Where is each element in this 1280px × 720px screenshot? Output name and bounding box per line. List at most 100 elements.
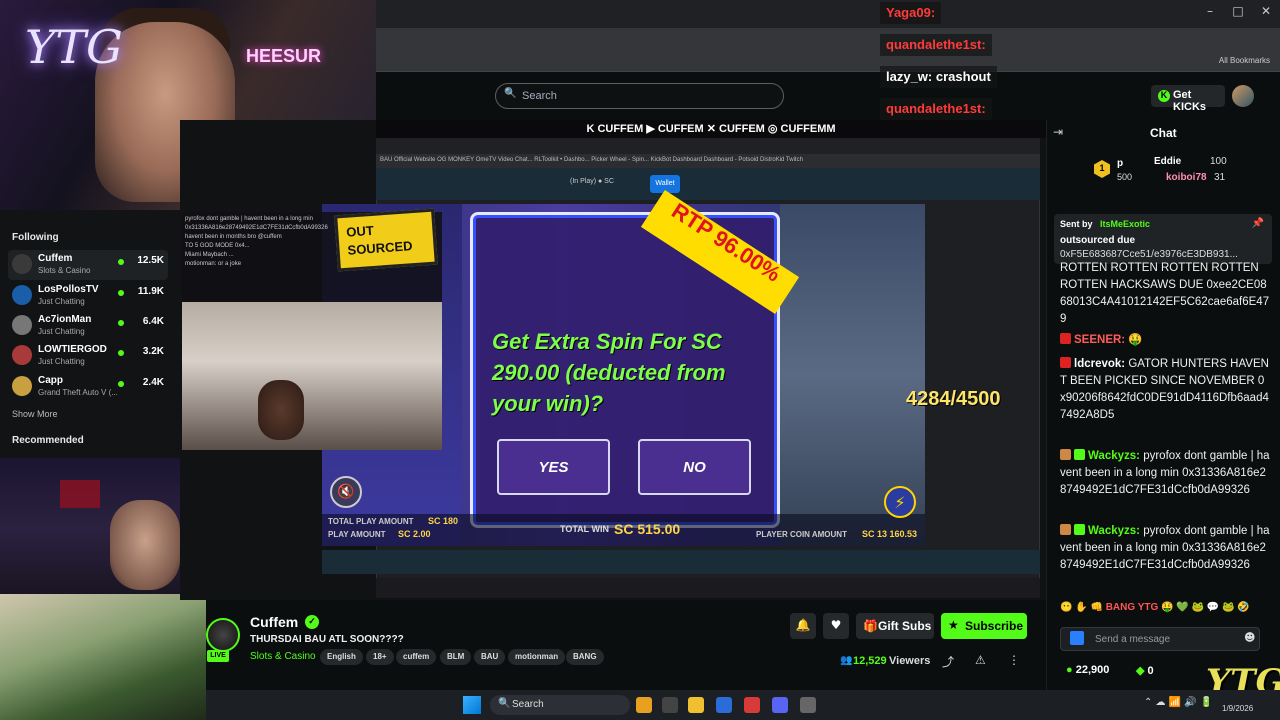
total-win-label: TOTAL WIN xyxy=(560,524,609,534)
sidebar-item-lowtiergod[interactable]: LOWTIERGOD Just Chatting 3.2K xyxy=(8,341,168,371)
taskbar-search[interactable]: Search xyxy=(490,695,630,715)
plant-webcam xyxy=(0,594,206,720)
channel-category: Just Chatting xyxy=(38,327,85,336)
avatar xyxy=(12,285,32,305)
channel-points[interactable]: ● 22,900 xyxy=(1066,664,1109,676)
total-play-value: SC 180 xyxy=(428,516,459,526)
captured-tabbar xyxy=(376,138,1040,154)
close-icon[interactable]: ✕ xyxy=(1252,4,1280,22)
webcam-figure-face xyxy=(110,500,180,590)
channel-name: Capp xyxy=(38,375,63,386)
folder-icon[interactable] xyxy=(688,697,704,713)
avatar[interactable] xyxy=(206,618,240,652)
overlay-user: lazy_w: xyxy=(886,69,933,84)
share-icon[interactable]: ⤴ xyxy=(942,653,954,670)
search-icon: 🔍 xyxy=(504,88,517,99)
emoji-icon[interactable]: ☻ xyxy=(1244,631,1255,644)
system-tray[interactable]: ⌃ ☁ 📶 🔊 🔋 xyxy=(1144,697,1212,708)
show-more-link[interactable]: Show More xyxy=(12,409,58,419)
captured-taskbar xyxy=(376,578,1040,598)
channel-name: Cuffem xyxy=(38,253,73,264)
pinned-addr: 0xF5E683687Cce51/e3976cE3DB931... xyxy=(1060,249,1238,260)
chat-text: ROTTEN ROTTEN ROTTEN ROTTEN ROTTEN HACKS… xyxy=(1060,262,1270,325)
avatar xyxy=(12,376,32,396)
heart-icon[interactable]: ♥ xyxy=(823,613,849,639)
viewer-count: 12,529 xyxy=(853,655,887,667)
tag[interactable]: BLM xyxy=(440,649,472,665)
pinned-message[interactable]: Sent by ItsMeExotic 📌 outsourced due 0xF… xyxy=(1054,214,1272,264)
tag[interactable]: cuffem xyxy=(396,649,437,665)
minimize-icon[interactable]: – xyxy=(1196,4,1224,22)
address-bar[interactable] xyxy=(376,28,1280,52)
in-play-label: (In Play) ● SC xyxy=(570,178,614,185)
viewer-count: 6.4K xyxy=(142,316,164,327)
tag[interactable]: English xyxy=(320,649,363,665)
leader-name: p xyxy=(1117,158,1124,169)
pinned-by-user: ItsMeExotic xyxy=(1100,219,1151,229)
sidebar-item-cuffem[interactable]: Cuffem Slots & Casino 12.5K xyxy=(8,250,168,280)
category-link[interactable]: Slots & Casino xyxy=(250,651,316,662)
all-bookmarks-link[interactable]: All Bookmarks xyxy=(1219,56,1270,65)
player-coin-value: SC 13 160.53 xyxy=(862,529,918,539)
channel-category: Grand Theft Auto V (... xyxy=(38,388,118,397)
collapse-chat-icon[interactable]: ⇥ xyxy=(1053,125,1063,139)
badge-icon xyxy=(1060,357,1071,368)
app-icon[interactable] xyxy=(662,697,678,713)
overlay-webcam xyxy=(182,302,442,450)
tag[interactable]: 18+ xyxy=(366,649,394,665)
tag[interactable]: BAU xyxy=(474,649,506,665)
captured-bookmarks: BAU Official Website OG MONKEY OmeTV Vid… xyxy=(376,154,1040,168)
bookmarks-bar: All Bookmarks xyxy=(376,52,1280,72)
chat-username[interactable]: SEENER: xyxy=(1074,334,1125,346)
captured-footer xyxy=(322,550,1040,574)
live-badge: LIVE xyxy=(207,650,229,662)
chat-username[interactable]: ldcrevok: xyxy=(1074,358,1125,370)
emote-bar[interactable]: 😶 ✋ 👊 BANG YTG 🤑 💚 🐸 💬 🐸 🤣 xyxy=(1060,602,1270,620)
discord-icon[interactable] xyxy=(772,697,788,713)
star-icon: ★ xyxy=(948,618,959,632)
outsourced-logo: OUT SOURCED xyxy=(334,208,438,272)
gift-leaderboard: 1 p 500 Eddie 100 koiboi78 31 xyxy=(1046,150,1280,190)
warning-icon[interactable]: ⚠ xyxy=(975,653,986,667)
steam-icon[interactable] xyxy=(716,697,732,713)
following-heading: Following xyxy=(12,232,59,243)
maximize-icon[interactable]: □ xyxy=(1224,4,1252,22)
search-input[interactable]: Search xyxy=(495,83,784,109)
windows-start-icon[interactable] xyxy=(463,696,481,714)
tag[interactable]: BANG xyxy=(566,649,604,665)
leader-name: Eddie xyxy=(1154,156,1182,167)
overlay-message: lazy_w: crashout xyxy=(880,66,997,88)
channel-name[interactable]: Cuffem xyxy=(250,614,298,630)
sidebar-item-lospollostv[interactable]: LosPollosTV Just Chatting 11.9K xyxy=(8,281,168,311)
kicks-balance[interactable]: ◆ 0 xyxy=(1136,664,1154,677)
player-coin-label: PLAYER COIN AMOUNT xyxy=(756,530,847,539)
badge-icon xyxy=(1060,333,1071,344)
sidebar-item-capp[interactable]: Capp Grand Theft Auto V (... 2.4K xyxy=(8,372,168,402)
sidebar-item-ac7ionman[interactable]: Ac7ionMan Just Chatting 6.4K xyxy=(8,311,168,341)
overlay-message: Yaga09: xyxy=(880,2,942,24)
channel-category: Slots & Casino xyxy=(38,266,91,275)
badge-icon xyxy=(1060,449,1071,460)
chrome-icon[interactable] xyxy=(636,697,652,713)
leader-name: koiboi78 xyxy=(1166,172,1207,183)
rank-1-icon: 1 xyxy=(1094,160,1110,178)
channel-name: LOWTIERGOD xyxy=(38,344,107,355)
live-dot-icon xyxy=(118,320,124,326)
verified-icon: ✓ xyxy=(305,615,319,629)
live-dot-icon xyxy=(118,259,124,265)
kicks-icon: K xyxy=(1158,90,1170,102)
chat-input[interactable]: Send a message xyxy=(1060,627,1260,651)
chrome-icon[interactable] xyxy=(744,697,760,713)
viewer-count: 3.2K xyxy=(142,346,164,357)
app-icon[interactable] xyxy=(800,697,816,713)
avatar[interactable] xyxy=(1232,85,1254,107)
chat-username[interactable]: Wackyzs: xyxy=(1088,450,1140,462)
leader-value: 31 xyxy=(1214,172,1226,183)
viewer-count: 12.5K xyxy=(137,255,164,266)
bell-icon[interactable]: 🔔 xyxy=(790,613,816,639)
chat-username[interactable]: Wackyzs: xyxy=(1088,525,1140,537)
search-icon: 🔍 xyxy=(498,698,511,709)
tag[interactable]: motionman xyxy=(508,649,566,665)
more-icon[interactable]: ⋮ xyxy=(1008,653,1020,667)
clock-date: 1/9/2026 xyxy=(1222,704,1254,713)
